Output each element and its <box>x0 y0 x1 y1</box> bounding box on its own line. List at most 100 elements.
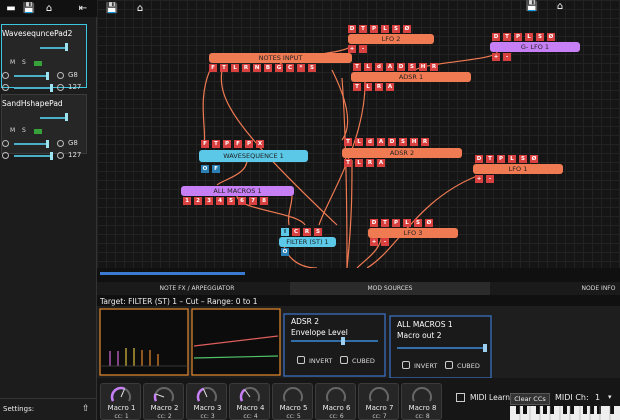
port[interactable]: L <box>525 33 533 41</box>
port-minus[interactable]: - <box>381 238 389 246</box>
port[interactable]: R <box>242 64 250 72</box>
port[interactable]: S <box>414 219 422 227</box>
range-low-dot[interactable] <box>2 72 9 79</box>
tab-note-fx[interactable]: NOTE FX / ARPEGGIATOR <box>107 282 287 295</box>
midi-learn-checkbox[interactable] <box>456 393 465 402</box>
vel-low-dot[interactable] <box>2 152 9 159</box>
port[interactable]: d <box>366 138 374 146</box>
port[interactable]: L <box>364 63 372 71</box>
port-plus[interactable]: + <box>475 175 483 183</box>
port[interactable]: S <box>308 64 316 72</box>
node-filter1[interactable]: FILTER (ST) 1 <box>279 237 336 247</box>
port[interactable]: T <box>503 33 511 41</box>
port[interactable]: T <box>486 155 494 163</box>
port[interactable]: D <box>348 25 356 33</box>
port-plus[interactable]: + <box>370 238 378 246</box>
range-high-dot[interactable] <box>57 140 64 147</box>
clear-icon[interactable]: ⌂ <box>133 2 147 15</box>
port[interactable]: 4 <box>216 197 224 205</box>
clear-icon[interactable]: ⌂ <box>42 2 56 15</box>
port[interactable]: P <box>497 155 505 163</box>
port[interactable]: R <box>303 228 311 236</box>
macro-knob-1[interactable]: Macro 1 cc: 1 <box>100 383 141 420</box>
clear-ccs-button[interactable]: Clear CCs <box>510 393 550 405</box>
node-lfo1[interactable]: LFO 1 <box>473 164 563 174</box>
port[interactable]: G <box>275 64 283 72</box>
port[interactable]: L <box>403 219 411 227</box>
port[interactable]: H <box>419 63 427 71</box>
knob-dial[interactable] <box>367 384 391 404</box>
save-icon[interactable]: 💾 <box>22 2 36 15</box>
volume-slider-knob[interactable] <box>65 113 68 121</box>
macro-knob-8[interactable]: Macro 8 cc: 8 <box>401 383 442 420</box>
collapse-left-icon[interactable]: ⇤ <box>76 2 90 15</box>
port[interactable]: F <box>209 64 217 72</box>
port[interactable]: L <box>355 138 363 146</box>
port[interactable]: L <box>364 83 372 91</box>
port[interactable]: P <box>245 140 253 148</box>
patch-item[interactable]: WavesequncePad2 M S G8 127 <box>1 24 87 92</box>
port[interactable]: C <box>292 228 300 236</box>
range-high-dot[interactable] <box>57 72 64 79</box>
macro-knob-7[interactable]: Macro 7 cc: 7 <box>358 383 399 420</box>
macro-knob-3[interactable]: Macro 3 cc: 3 <box>186 383 227 420</box>
port[interactable]: T <box>359 25 367 33</box>
port[interactable]: A <box>386 63 394 71</box>
velocity-slider[interactable] <box>14 87 52 89</box>
port[interactable]: T <box>353 63 361 71</box>
port[interactable]: 6 <box>238 197 246 205</box>
port[interactable]: T <box>344 159 352 167</box>
key-range-slider[interactable] <box>14 75 48 77</box>
vel-high-dot[interactable] <box>57 152 64 159</box>
key-range-knob[interactable] <box>46 140 49 148</box>
cubed-checkbox[interactable] <box>445 361 453 369</box>
port[interactable]: O <box>201 165 209 173</box>
port[interactable]: Ø <box>530 155 538 163</box>
key-range-slider[interactable] <box>14 143 48 145</box>
macro-knob-4[interactable]: Macro 4 cc: 4 <box>229 383 270 420</box>
save-icon-right[interactable]: 💾 <box>525 0 539 13</box>
knob-dial[interactable] <box>152 384 176 404</box>
port[interactable]: 1 <box>183 197 191 205</box>
port[interactable]: 7 <box>249 197 257 205</box>
port[interactable]: D <box>397 63 405 71</box>
port[interactable]: R <box>421 138 429 146</box>
port[interactable]: T <box>220 64 228 72</box>
port-plus[interactable]: + <box>348 45 356 53</box>
solo-button[interactable]: S <box>22 59 26 66</box>
knob-dial[interactable] <box>238 384 262 404</box>
piano-keyboard[interactable] <box>510 406 620 420</box>
port[interactable]: * <box>297 64 305 72</box>
port[interactable]: S <box>399 138 407 146</box>
port-minus[interactable]: - <box>503 53 511 61</box>
velocity-slider[interactable] <box>14 155 52 157</box>
vel-high-dot[interactable] <box>57 84 64 91</box>
knob-dial[interactable] <box>109 384 133 404</box>
clear-icon-right[interactable]: ⌂ <box>553 0 567 13</box>
tab-node-info[interactable]: NODE INFO <box>577 282 620 295</box>
port[interactable]: P <box>370 25 378 33</box>
port[interactable]: T <box>381 219 389 227</box>
port[interactable]: S <box>519 155 527 163</box>
port[interactable]: 3 <box>205 197 213 205</box>
port[interactable]: D <box>370 219 378 227</box>
upload-icon[interactable]: ⇧ <box>82 404 90 414</box>
port[interactable]: Ø <box>547 33 555 41</box>
port[interactable]: 5 <box>227 197 235 205</box>
invert-checkbox[interactable] <box>297 356 305 364</box>
port[interactable]: F <box>234 140 242 148</box>
port[interactable]: T <box>212 140 220 148</box>
port[interactable]: D <box>475 155 483 163</box>
port[interactable]: F <box>201 140 209 148</box>
midi-channel-value[interactable]: 1 <box>595 393 600 402</box>
volume-slider[interactable] <box>40 117 65 119</box>
port[interactable]: R <box>375 83 383 91</box>
macro-knob-5[interactable]: Macro 5 cc: 5 <box>272 383 313 420</box>
port[interactable]: O <box>281 248 289 256</box>
port[interactable]: L <box>231 64 239 72</box>
macro-knob-2[interactable]: Macro 2 cc: 2 <box>143 383 184 420</box>
port[interactable]: L <box>381 25 389 33</box>
tab-mod-sources[interactable]: MOD SOURCES <box>290 282 490 295</box>
port[interactable]: S <box>314 228 322 236</box>
vel-low-dot[interactable] <box>2 84 9 91</box>
